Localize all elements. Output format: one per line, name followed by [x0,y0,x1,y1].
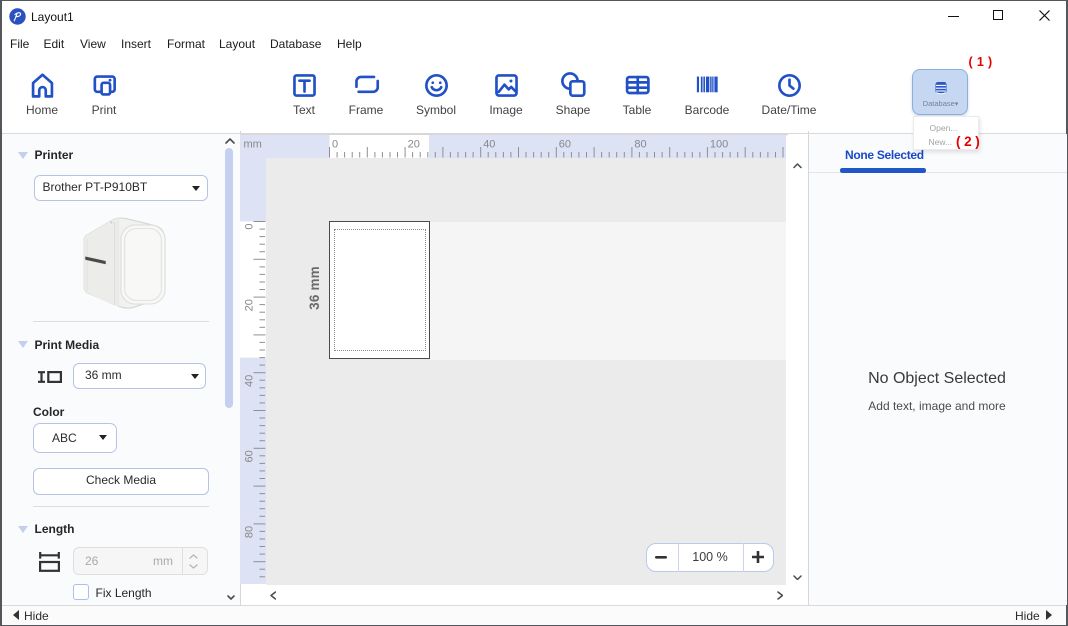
svg-text:60: 60 [559,138,571,150]
svg-text:0: 0 [244,224,256,230]
svg-text:100: 100 [710,138,728,150]
svg-text:mm: mm [244,139,262,151]
svg-text:80: 80 [634,138,646,150]
svg-text:60: 60 [244,450,256,462]
svg-text:0: 0 [332,138,338,150]
svg-text:20: 20 [244,299,256,311]
svg-text:20: 20 [408,138,420,150]
svg-text:80: 80 [244,526,256,538]
svg-text:120: 120 [786,138,787,150]
svg-text:40: 40 [483,138,495,150]
svg-text:40: 40 [244,375,256,387]
